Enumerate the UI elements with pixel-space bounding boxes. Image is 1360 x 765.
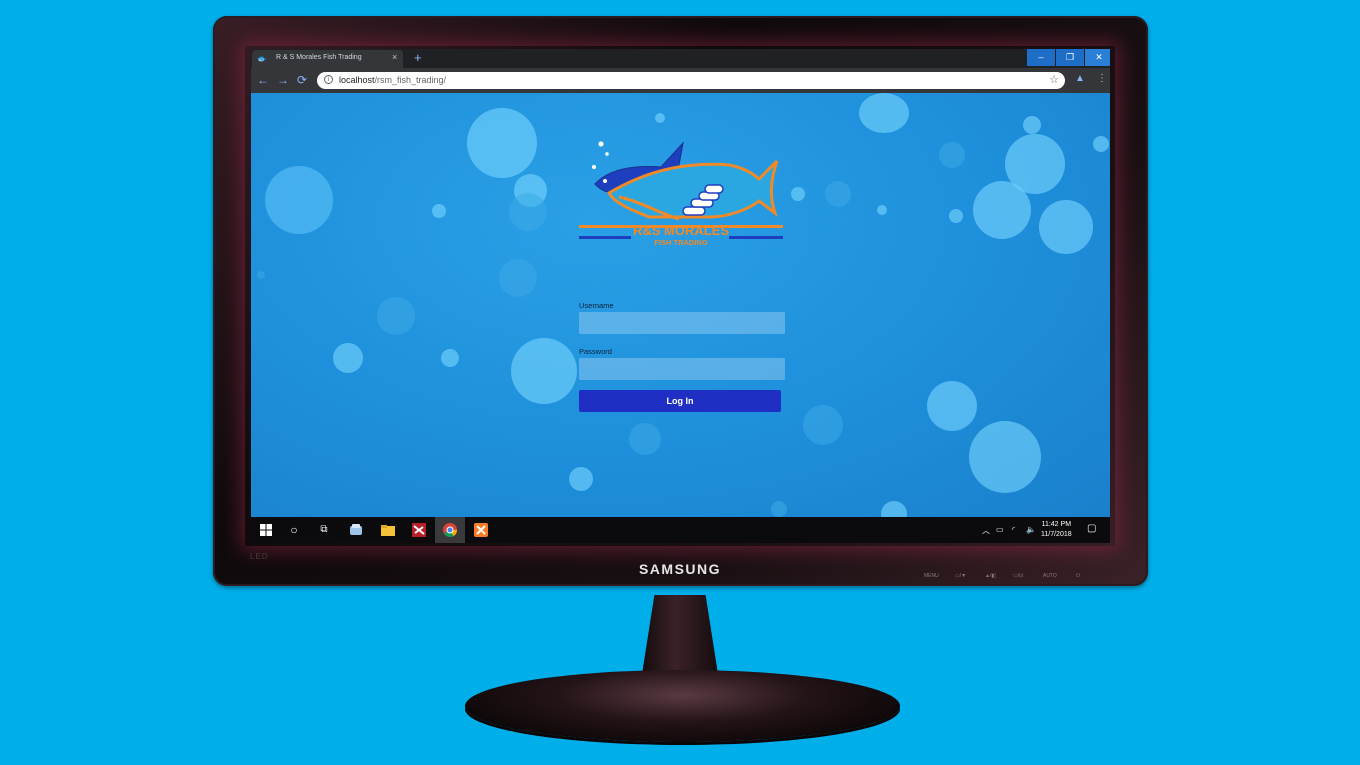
logo-title: R&S MORALES (633, 223, 729, 238)
bubble (432, 204, 446, 218)
login-button[interactable]: Log In (579, 390, 781, 412)
bubble (509, 193, 547, 231)
volume-icon[interactable]: 🔈 (1026, 525, 1036, 534)
bubble (825, 181, 851, 207)
bubble (265, 166, 333, 234)
bubble (973, 181, 1031, 239)
taskbar-clock[interactable]: 11:42 PM 11/7/2018 (1041, 520, 1072, 540)
minimize-button[interactable]: – (1027, 49, 1055, 66)
bubble (655, 113, 665, 123)
monitor-led-badge: LED (250, 552, 269, 561)
bubble (511, 338, 577, 404)
bubble (1023, 116, 1041, 134)
browser-toolbar: ← → ⟳ i localhost/rsm_fish_trading/ ☆ ▲ … (251, 68, 1110, 93)
bubble (791, 187, 805, 201)
extension-icon[interactable]: ▲ (1075, 73, 1085, 84)
monitor-picture-button: ▭/⊡ (1013, 573, 1024, 579)
bubble (257, 271, 265, 279)
logo-subtitle: FISH TRADING (654, 238, 707, 247)
file-explorer-icon[interactable] (373, 517, 403, 543)
screen: 🐟 R & S Morales Fish Trading × + – ❐ ✕ ←… (251, 49, 1110, 543)
username-input[interactable] (579, 312, 785, 334)
fish-favicon-icon: 🐟 (257, 54, 267, 63)
bubble (499, 259, 537, 297)
search-circle-icon[interactable]: ○ (279, 517, 309, 543)
bubble (771, 501, 787, 517)
action-center-icon[interactable]: ▢ (1087, 523, 1096, 534)
back-button[interactable]: ← (257, 73, 269, 87)
windows-start-icon[interactable] (251, 517, 281, 543)
username-label: Username (579, 301, 614, 310)
bubble (877, 205, 887, 215)
wifi-icon[interactable]: ◜ (1012, 525, 1015, 534)
bookmark-star-icon[interactable]: ☆ (1049, 73, 1059, 86)
new-tab-button[interactable]: + (414, 49, 422, 67)
browser-tab-strip: 🐟 R & S Morales Fish Trading × + – ❐ ✕ (251, 49, 1110, 68)
bubble (939, 142, 965, 168)
bubble (859, 93, 909, 133)
monitor-brand: SAMSUNG (638, 561, 722, 577)
monitor-stand (465, 670, 900, 742)
tab-title: R & S Morales Fish Trading (276, 54, 362, 61)
bubble (333, 343, 363, 373)
clock-time: 11:42 PM (1041, 521, 1072, 528)
browser-menu-icon[interactable]: ⋮ (1097, 73, 1107, 84)
monitor-input-button: ▭/▼ (955, 573, 967, 579)
xampp-icon[interactable] (466, 517, 496, 543)
address-url: localhost/rsm_fish_trading/ (339, 75, 447, 85)
browser-tab[interactable]: 🐟 R & S Morales Fish Trading × (252, 50, 403, 68)
bubble (1093, 136, 1109, 152)
battery-icon[interactable]: ▭ (996, 525, 1004, 534)
bubble (803, 405, 843, 445)
app-red-icon[interactable] (404, 517, 434, 543)
task-view-icon[interactable]: ⧉ (309, 517, 339, 543)
bubble (969, 421, 1041, 493)
monitor-auto-button: AUTO (1043, 573, 1057, 579)
chrome-icon[interactable] (435, 517, 465, 543)
address-bar[interactable]: i localhost/rsm_fish_trading/ ☆ (317, 72, 1065, 89)
info-icon[interactable]: i (324, 75, 333, 84)
app-icon[interactable] (341, 517, 371, 543)
password-label: Password (579, 347, 612, 356)
bubble (927, 381, 977, 431)
login-page: R&S MORALES FISH TRADING Username Passwo… (251, 93, 1110, 517)
monitor-menu-button: MENU (924, 573, 939, 579)
company-logo: R&S MORALES FISH TRADING (579, 140, 783, 247)
monitor-brightness-button: ▲/◧ (985, 573, 997, 579)
close-window-button[interactable]: ✕ (1085, 49, 1110, 66)
monitor-power-button: ⏻ (1076, 573, 1080, 579)
forward-button[interactable]: → (277, 73, 289, 87)
windows-taskbar: ○ ⧉ ︿ ▭ ◜ 🔈 11:42 PM 11/7/2018 ▢ (251, 517, 1110, 543)
bubble (441, 349, 459, 367)
bubble (467, 108, 537, 178)
password-input[interactable] (579, 358, 785, 380)
bubble (881, 501, 907, 517)
reload-button[interactable]: ⟳ (297, 73, 307, 87)
bubble (1039, 200, 1093, 254)
bubble (949, 209, 963, 223)
clock-date: 11/7/2018 (1041, 531, 1072, 538)
tab-close-icon[interactable]: × (392, 52, 397, 62)
bubble (377, 297, 415, 335)
restore-button[interactable]: ❐ (1056, 49, 1084, 66)
tray-chevron-icon[interactable]: ︿ (982, 525, 990, 536)
bubble (629, 423, 661, 455)
bubble (569, 467, 593, 491)
